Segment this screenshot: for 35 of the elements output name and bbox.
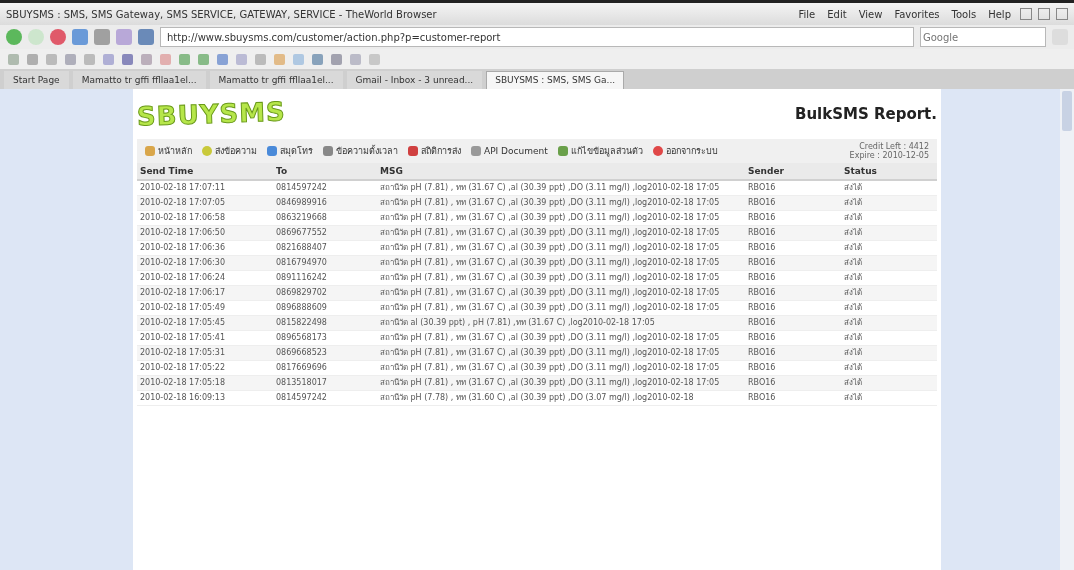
browser-tab[interactable]: Gmail - Inbox - 3 unread...	[346, 71, 483, 89]
column-header: To	[273, 163, 377, 180]
minimize-button[interactable]	[1020, 8, 1032, 20]
menu-item[interactable]: Favorites	[891, 8, 943, 20]
page-heading: BulkSMS Report.	[794, 105, 937, 123]
menu-item[interactable]: Edit	[824, 8, 850, 20]
maximize-button[interactable]	[1038, 8, 1050, 20]
window-title: SBUYSMS : SMS, SMS Gateway, SMS SERVICE, GATEWAY, SERVICE - TheWorld Browser	[6, 8, 438, 20]
close-button[interactable]	[1056, 8, 1068, 20]
scrollbar[interactable]	[1060, 89, 1074, 570]
logo: SBUYSMS	[136, 96, 287, 132]
column-header: Sender	[745, 163, 841, 180]
menu-item[interactable]: Help	[985, 8, 1014, 20]
address-field[interactable]: http://www.sbuysms.com/customer/action.php?p=customer-report	[160, 27, 914, 47]
search-field[interactable]: Google	[920, 27, 1046, 47]
column-header: Status	[841, 163, 937, 180]
nav-link[interactable]: API Document	[471, 146, 548, 156]
menu-item[interactable]: Tools	[948, 8, 980, 20]
browser-tab[interactable]: SBUYSMS : SMS, SMS Ga...	[486, 71, 625, 89]
nav-link[interactable]: แก้ไขข้อมูลส่วนตัว	[557, 144, 643, 158]
nav-link[interactable]: ส่งข้อความ	[202, 144, 257, 158]
column-header: Send Time	[137, 163, 273, 180]
menu-item[interactable]: File	[795, 8, 819, 20]
nav-link[interactable]: ข้อความตั้งเวลา	[323, 144, 398, 158]
nav-link[interactable]: ออกจากระบบ	[652, 144, 718, 158]
credit-left: Credit Left : 4412	[859, 142, 929, 151]
column-header: MSG	[377, 163, 745, 180]
menu-item[interactable]: View	[855, 8, 886, 20]
nav-link[interactable]: หน้าหลัก	[145, 144, 192, 158]
expire-date: Expire : 2010-12-05	[849, 151, 929, 160]
browser-tab[interactable]: Start Page	[4, 71, 69, 89]
nav-link[interactable]: สมุดโทร	[267, 144, 313, 158]
browser-tab[interactable]: Mamatto tr gffi ffllaa1el...	[72, 71, 206, 89]
nav-link[interactable]: สถิติการส่ง	[408, 144, 461, 158]
browser-tab[interactable]: Mamatto tr gffi ffllaa1el...	[209, 71, 343, 89]
